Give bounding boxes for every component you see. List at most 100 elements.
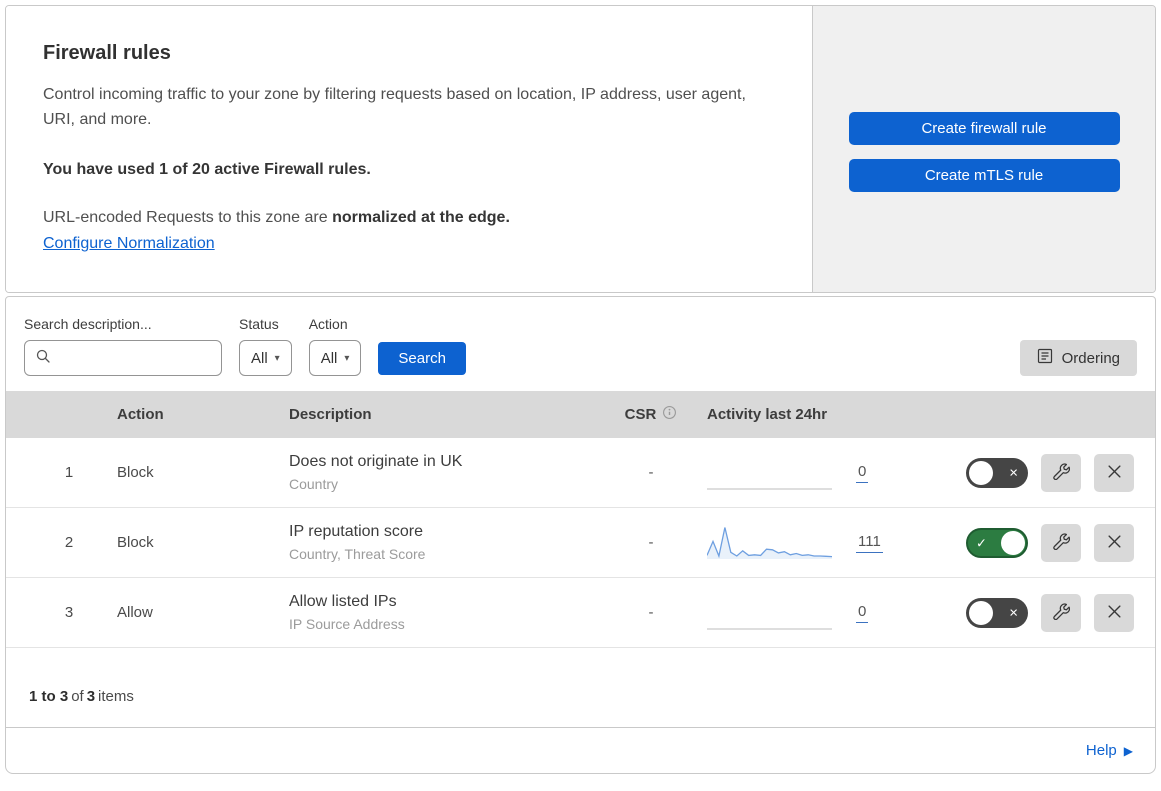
activity-sparkline [707, 596, 832, 630]
activity-sparkline [707, 526, 832, 560]
search-box[interactable] [24, 340, 222, 376]
rule-criteria: IP Source Address [289, 616, 405, 632]
table-row: 1 Block Does not originate in UK Country… [6, 438, 1155, 508]
chevron-down-icon: ▾ [274, 352, 280, 364]
activity-sparkline [707, 456, 832, 490]
activity-column-header: Activity last 24hr [707, 406, 828, 423]
rule-controls: × ✓ [946, 453, 1134, 492]
firewall-rules-page: Firewall rules Control incoming traffic … [0, 0, 1161, 782]
status-filter-group: Status All ▾ [239, 316, 292, 376]
close-icon [1107, 534, 1122, 552]
search-group: Search description... [24, 316, 222, 376]
wrench-icon [1052, 462, 1070, 483]
status-label: Status [239, 316, 279, 332]
ordering-button[interactable]: Ordering [1019, 340, 1137, 376]
search-label: Search description... [24, 316, 152, 332]
rule-activity-cell: 0 [691, 456, 946, 490]
help-link[interactable]: Help [1086, 742, 1117, 759]
chevron-down-icon: ▾ [344, 352, 350, 364]
rule-description: IP reputation score [289, 523, 424, 540]
status-selected-value: All [251, 349, 268, 367]
rule-priority: 3 [64, 604, 74, 621]
normalization-text: URL-encoded Requests to this zone are [43, 208, 328, 226]
rule-action: Block [117, 464, 154, 481]
rule-controls: × ✓ [946, 523, 1134, 562]
normalization-line: URL-encoded Requests to this zone are nor… [43, 209, 772, 227]
action-selected-value: All [320, 349, 338, 367]
rule-priority: 2 [64, 534, 74, 551]
action-filter-group: Action All ▾ [308, 316, 362, 376]
search-button[interactable]: Search [378, 342, 466, 375]
toggle-on-check-icon: ✓ [976, 535, 987, 550]
table-row: 2 Block IP reputation score Country, Thr… [6, 508, 1155, 578]
wrench-icon [1052, 532, 1070, 553]
rule-csr-value: - [648, 534, 654, 551]
create-firewall-rule-button[interactable]: Create firewall rule [848, 112, 1120, 145]
rule-csr-value: - [648, 604, 654, 621]
pagination-of: of [71, 688, 84, 705]
edit-rule-button[interactable] [1041, 593, 1081, 632]
rule-activity-cell: 0 [691, 596, 946, 630]
toggle-off-x-icon: × [1009, 604, 1018, 621]
page-description: Control incoming traffic to your zone by… [43, 86, 746, 128]
close-icon [1107, 604, 1122, 622]
rule-criteria: Country [289, 476, 339, 492]
table-header: Action Description CSR Activity last 24h… [6, 391, 1155, 438]
actions-panel: Create firewall rule Create mTLS rule [813, 6, 1155, 292]
toggle-off-x-icon: × [1009, 464, 1018, 481]
rule-description: Allow listed IPs [289, 593, 397, 610]
filter-bar: Search description... Status All ▾ Actio… [6, 297, 1155, 391]
rule-enabled-toggle[interactable]: × ✓ [966, 597, 1028, 628]
delete-rule-button[interactable] [1094, 593, 1134, 632]
wrench-icon [1052, 602, 1070, 623]
status-select[interactable]: All ▾ [239, 340, 292, 376]
rule-controls: × ✓ [946, 593, 1134, 632]
rule-action: Block [117, 534, 154, 551]
normalization-emphasis: normalized at the edge. [332, 208, 510, 226]
rule-description-cell: Allow listed IPs IP Source Address [281, 593, 611, 632]
action-select[interactable]: All ▾ [308, 340, 362, 376]
rule-priority: 1 [64, 464, 74, 481]
pagination-summary: 1 to 3 of 3 items [6, 648, 1155, 727]
rule-csr-value: - [648, 464, 654, 481]
description-column-header: Description [289, 406, 372, 423]
usage-note: You have used 1 of 20 active Firewall ru… [43, 160, 371, 178]
search-input[interactable] [59, 349, 211, 367]
delete-rule-button[interactable] [1094, 523, 1134, 562]
table-row: 3 Allow Allow listed IPs IP Source Addre… [6, 578, 1155, 648]
rule-description-cell: Does not originate in UK Country [281, 453, 611, 492]
action-column-header: Action [117, 406, 164, 423]
rule-activity-cell: 111 [691, 526, 946, 560]
intro-section: Firewall rules Control incoming traffic … [5, 5, 1156, 293]
close-icon [1107, 464, 1122, 482]
edit-rule-button[interactable] [1041, 453, 1081, 492]
pagination-range: 1 to 3 [29, 688, 69, 705]
ordering-button-label: Ordering [1061, 349, 1120, 367]
help-bar: Help ▶ [6, 727, 1155, 773]
rule-description: Does not originate in UK [289, 453, 463, 470]
info-icon[interactable] [662, 405, 677, 424]
delete-rule-button[interactable] [1094, 453, 1134, 492]
search-icon [35, 348, 51, 369]
edit-rule-button[interactable] [1041, 523, 1081, 562]
pagination-items: items [98, 688, 134, 705]
configure-normalization-link[interactable]: Configure Normalization [43, 235, 215, 252]
csr-header-label: CSR [624, 406, 657, 423]
activity-count-link[interactable]: 0 [856, 603, 869, 623]
rule-description-cell: IP reputation score Country, Threat Scor… [281, 523, 611, 562]
rules-list-card: Search description... Status All ▾ Actio… [5, 296, 1156, 774]
activity-count-link[interactable]: 0 [856, 463, 869, 483]
rule-action: Allow [117, 604, 153, 621]
toggle-knob [969, 460, 993, 485]
intro-card: Firewall rules Control incoming traffic … [6, 6, 813, 292]
create-mtls-rule-button[interactable]: Create mTLS rule [848, 159, 1120, 192]
rule-enabled-toggle[interactable]: × ✓ [966, 457, 1028, 488]
csr-column-header: CSR [611, 405, 691, 424]
pagination-total: 3 [86, 688, 96, 705]
ordering-list-icon [1037, 348, 1053, 368]
action-label: Action [308, 316, 348, 332]
rule-criteria: Country, Threat Score [289, 546, 426, 562]
rule-enabled-toggle[interactable]: × ✓ [966, 527, 1028, 558]
toggle-knob [1001, 530, 1025, 555]
activity-count-link[interactable]: 111 [856, 533, 883, 553]
